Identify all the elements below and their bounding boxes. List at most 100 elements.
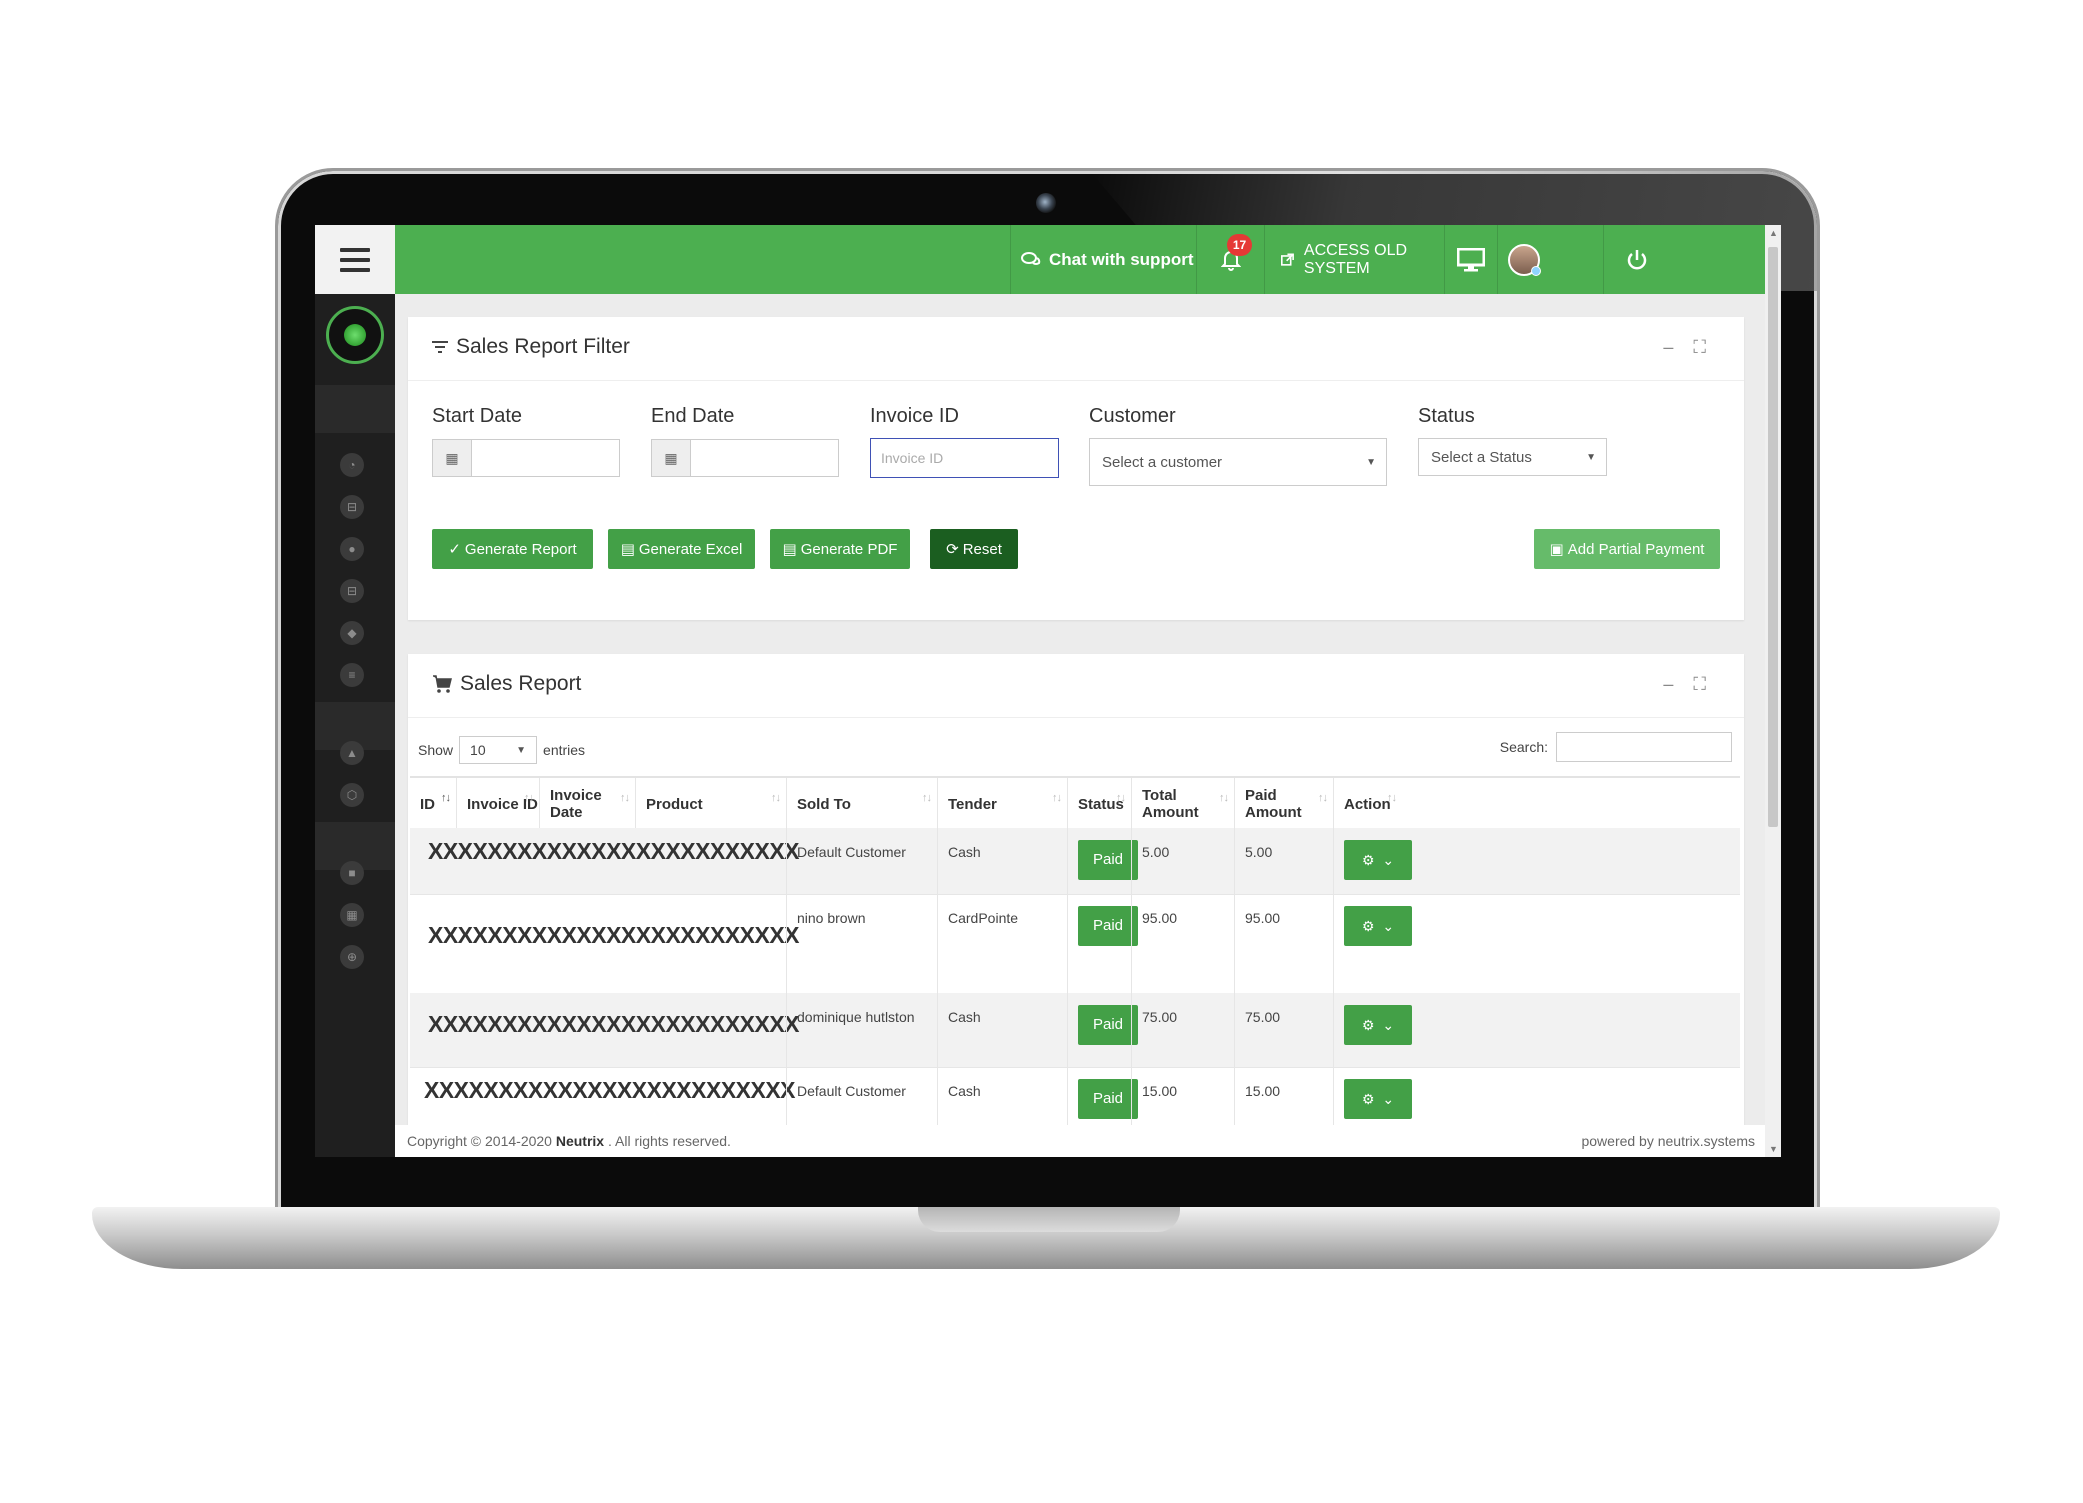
status-select[interactable]: Select a Status ▼: [1418, 438, 1607, 476]
pdf-file-icon: ▤: [782, 541, 797, 558]
screen: Chat with support 17 ACCESS OLD SYSTEM ◔…: [315, 225, 1781, 1157]
database-icon[interactable]: ≡: [340, 663, 364, 687]
generate-pdf-button[interactable]: ▤ Generate PDF: [770, 529, 910, 569]
user-icon[interactable]: ●: [340, 537, 364, 561]
dashboard-icon[interactable]: ◔: [340, 453, 364, 477]
column-header-paid-amount[interactable]: Paid Amount ↑↓: [1234, 778, 1333, 830]
column-header-total-amount[interactable]: Total Amount ↑↓: [1131, 778, 1234, 830]
tender-cell: Cash: [937, 828, 1067, 894]
action-cell: ⚙ ⌄: [1333, 894, 1412, 993]
column-header-action[interactable]: Action ↑↓: [1333, 778, 1402, 830]
reset-label: Reset: [962, 540, 1002, 558]
table-search: Search:: [1500, 732, 1732, 762]
calendar-icon[interactable]: ▦: [433, 440, 472, 476]
report-panel-title: Sales Report: [432, 672, 581, 696]
status-select-value: Select a Status: [1431, 448, 1532, 466]
laptop-notch: [918, 1207, 1180, 1232]
row-action-button[interactable]: ⚙ ⌄: [1344, 1079, 1412, 1119]
customer-select-value: Select a customer: [1102, 453, 1223, 471]
column-header-sold-to[interactable]: Sold To ↑↓: [786, 778, 937, 830]
column-header-product[interactable]: Product ↑↓: [635, 778, 786, 830]
customer-label: Customer: [1089, 405, 1176, 427]
minimize-icon[interactable]: –: [1663, 337, 1673, 358]
generate-excel-button[interactable]: ▤ Generate Excel: [608, 529, 755, 569]
search-input[interactable]: [1556, 732, 1732, 762]
column-header-invoice-id[interactable]: Invoice ID ↑↓: [456, 778, 539, 830]
top-navbar: Chat with support 17 ACCESS OLD SYSTEM: [315, 225, 1765, 294]
customer-select[interactable]: Select a customer ▼: [1089, 438, 1387, 486]
add-partial-payment-label: Add Partial Payment: [1567, 540, 1705, 558]
paid-status-badge[interactable]: Paid: [1078, 906, 1138, 946]
user-profile-button[interactable]: [1497, 225, 1603, 294]
page-scrollbar[interactable]: ▲ ▼: [1765, 225, 1781, 1157]
column-header-invoice-date[interactable]: Invoice Date ↑↓: [539, 778, 635, 830]
minimize-icon[interactable]: –: [1663, 674, 1673, 695]
fullscreen-icon[interactable]: ⛶: [1693, 674, 1706, 695]
display-button[interactable]: [1444, 225, 1497, 294]
access-old-system-link[interactable]: ACCESS OLD SYSTEM: [1264, 225, 1444, 294]
row-action-button[interactable]: ⚙ ⌄: [1344, 1005, 1412, 1045]
scroll-up-icon[interactable]: ▲: [1769, 228, 1778, 238]
hamburger-menu-button[interactable]: [315, 225, 395, 294]
entries-select[interactable]: 10 ▼: [459, 736, 538, 764]
video-icon[interactable]: ■: [340, 861, 364, 885]
gear-icon: ⚙: [1361, 851, 1375, 868]
fullscreen-icon[interactable]: ⛶: [1693, 337, 1706, 358]
hamburger-menu-icon: [340, 247, 370, 272]
chevron-down-icon: ▼: [1366, 456, 1376, 468]
status-label: Status: [1418, 405, 1475, 427]
invoice-id-label: Invoice ID: [870, 405, 959, 427]
add-partial-payment-button[interactable]: ▣ Add Partial Payment: [1534, 529, 1720, 569]
hexagon-icon[interactable]: ⬡: [340, 783, 364, 807]
sales-report-panel: Sales Report – ⛶ Show 10 ▼ entries Searc…: [408, 654, 1744, 1126]
chat-with-support-button[interactable]: Chat with support: [1010, 225, 1196, 294]
table-header: ID ↑↓ Invoice ID ↑↓ Invoice Date ↑↓ Product…: [410, 776, 1740, 832]
start-date-label: Start Date: [432, 405, 523, 427]
start-date-field[interactable]: ▦: [432, 439, 620, 477]
row-action-button[interactable]: ⚙ ⌄: [1344, 840, 1412, 880]
notification-count-badge: 17: [1227, 234, 1252, 256]
tag-icon[interactable]: ◆: [340, 621, 364, 645]
money-icon: ▣: [1549, 541, 1564, 558]
basket-2-icon[interactable]: ⊟: [340, 579, 364, 603]
table-row: XXXXXXXXXXXXXXXXXXXXXXXXX Default Custom…: [410, 1067, 1740, 1126]
logout-button[interactable]: [1603, 225, 1765, 294]
calendar-icon[interactable]: ▦: [340, 903, 364, 927]
paid-status-badge[interactable]: Paid: [1078, 840, 1138, 880]
scroll-down-icon[interactable]: ▼: [1769, 1144, 1778, 1154]
refresh-icon: ⟳: [946, 541, 959, 558]
area-chart-icon[interactable]: ▲: [340, 741, 364, 765]
action-cell: ⚙ ⌄: [1333, 993, 1412, 1067]
generate-report-button[interactable]: ✓ Generate Report: [432, 529, 593, 569]
table-row: XXXXXXXXXXXXXXXXXXXXXXXXX dominique hutl…: [410, 993, 1740, 1068]
scrollbar-thumb[interactable]: [1768, 247, 1778, 827]
paid-status-badge[interactable]: Paid: [1078, 1005, 1138, 1045]
masked-invoice-data: XXXXXXXXXXXXXXXXXXXXXXXXX: [428, 838, 800, 864]
total-amount-cell: 15.00: [1131, 1067, 1234, 1125]
reset-button[interactable]: ⟳ Reset: [930, 529, 1018, 569]
support-icon[interactable]: ⊕: [340, 945, 364, 969]
brand-name: Neutrix: [555, 1133, 605, 1149]
monitor-icon: [1457, 247, 1485, 271]
column-header-id[interactable]: ID ↑↓: [410, 778, 456, 830]
action-cell: ⚙ ⌄: [1333, 1067, 1412, 1125]
generate-report-label: Generate Report: [464, 540, 577, 558]
gear-icon: ⚙: [1361, 1016, 1375, 1033]
notifications-button[interactable]: [1196, 225, 1264, 294]
calendar-icon[interactable]: ▦: [652, 440, 691, 476]
column-header-tender[interactable]: Tender ↑↓: [937, 778, 1067, 830]
paid-amount-cell: 15.00: [1234, 1067, 1333, 1125]
masked-invoice-data: XXXXXXXXXXXXXXXXXXXXXXXXX: [428, 1011, 800, 1037]
paid-status-badge[interactable]: Paid: [1078, 1079, 1138, 1119]
sold-to-cell: Default Customer: [786, 828, 937, 894]
table-row: XXXXXXXXXXXXXXXXXXXXXXXXX Default Custom…: [410, 828, 1740, 895]
row-action-button[interactable]: ⚙ ⌄: [1344, 906, 1412, 946]
end-date-field[interactable]: ▦: [651, 439, 839, 477]
chevron-down-icon: ⌄: [1382, 917, 1395, 934]
basket-icon[interactable]: ⊟: [340, 495, 364, 519]
generate-excel-label: Generate Excel: [638, 540, 743, 558]
app-logo[interactable]: [326, 306, 384, 364]
report-panel-header: Sales Report – ⛶: [408, 654, 1744, 718]
invoice-id-input[interactable]: Invoice ID: [870, 438, 1059, 478]
column-header-status[interactable]: Status ↑↓: [1067, 778, 1131, 830]
